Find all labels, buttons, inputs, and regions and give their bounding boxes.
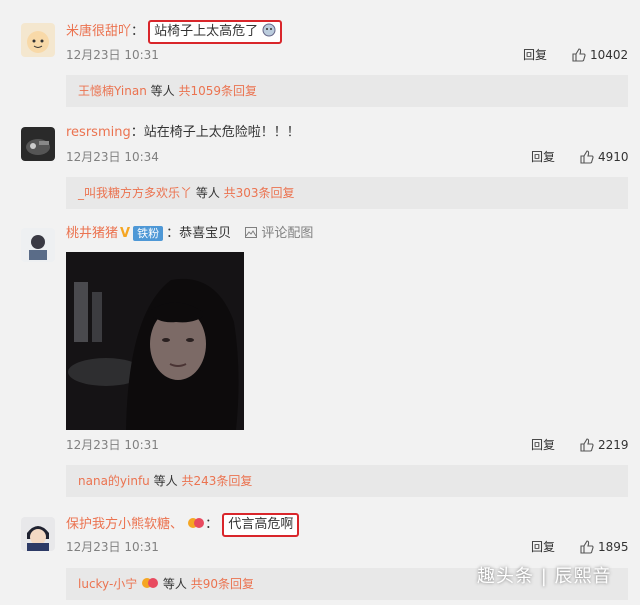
comment-4: 保护我方小熊软糖、 ： 代言高危啊 12月23日 10:31 回复 1895 l… [0,500,640,605]
sub-reply-mid: 等人 [159,577,191,591]
timestamp: 12月23日 10:31 [66,48,159,62]
comment-photo[interactable] [66,252,244,430]
comment-text: 站在椅子上太危险啦！！！ [143,125,300,140]
like-button[interactable]: 4910 [580,149,629,165]
avatar[interactable] [21,127,55,161]
sub-reply-count[interactable]: 共243条回复 [181,474,252,488]
sub-reply-count[interactable]: 共303条回复 [224,186,295,200]
username[interactable]: resrsming [66,125,131,140]
comment-2: resrsming：站在椅子上太危险啦！！！ 12月23日 10:34 回复 4… [0,106,640,210]
sub-reply-mid: 等人 [192,186,224,200]
username[interactable]: 桃井猪猪 [66,226,118,241]
comment-image-link[interactable]: 评论配图 [245,226,313,241]
avatar[interactable] [21,23,55,57]
like-count: 10402 [590,48,629,62]
like-button[interactable]: 10402 [572,47,628,63]
comment-1: 米唐很甜吖： 站椅子上太高危了 12月23日 10:31 回复 10402 王憶… [0,0,640,107]
sub-replies-bar[interactable]: 王憶楠Yinan 等人 共1059条回复 [66,75,628,107]
sub-reply-user[interactable]: nana的yinfu [78,474,150,488]
separator: ： [205,517,219,532]
timestamp: 12月23日 10:31 [66,540,159,554]
sub-reply-user[interactable]: _叫我糖方方多欢乐丫 [78,186,192,200]
sub-replies-bar[interactable]: nana的yinfu 等人 共243条回复 [66,465,628,497]
separator: ： [131,24,145,39]
separator: ： [166,226,180,241]
like-count: 1895 [598,540,629,554]
reply-button[interactable]: 回复 [531,149,555,165]
reply-button[interactable]: 回复 [523,47,547,63]
thumbs-up-icon [572,48,586,62]
separator: ： [130,125,144,140]
timestamp: 12月23日 10:34 [66,150,159,164]
sub-reply-user[interactable]: lucky-小宁 [78,577,137,591]
highlighted-comment-text: 站椅子上太高危了 [148,20,283,44]
sub-reply-mid: 等人 [146,84,179,98]
like-count: 2219 [598,438,629,452]
like-button[interactable]: 1895 [580,539,629,555]
comment-text: 恭喜宝贝 [179,226,232,241]
avatar[interactable] [21,517,55,551]
avatar[interactable] [21,228,55,262]
timestamp: 12月23日 10:31 [66,438,159,452]
thumbs-up-icon [580,438,594,452]
like-count: 4910 [598,150,629,164]
member-badge-icon [188,518,205,528]
watermark: 趣头条 | 辰熙音 [477,566,612,587]
thumbs-up-icon [580,150,594,164]
username[interactable]: 米唐很甜吖 [66,24,131,39]
reply-button[interactable]: 回复 [531,437,555,453]
sub-reply-mid: 等人 [149,474,182,488]
username[interactable]: 保护我方小熊软糖、 [66,517,183,532]
like-button[interactable]: 2219 [580,437,629,453]
sticker-icon [262,23,276,37]
thumbs-up-icon [580,540,594,554]
sub-reply-count[interactable]: 共1059条回复 [178,84,257,98]
sub-replies-bar[interactable]: _叫我糖方方多欢乐丫 等人 共303条回复 [66,177,628,209]
sub-reply-count[interactable]: 共90条回复 [191,577,254,591]
verified-icon: V [120,226,131,241]
highlighted-comment-text: 代言高危啊 [222,513,300,537]
image-icon [245,227,258,238]
reply-button[interactable]: 回复 [531,539,555,555]
member-badge-icon [142,578,159,588]
comment-3: 桃井猪猪 V 铁粉 ：恭喜宝贝 评论配图 12月23日 10:31 回复 2219 n… [0,210,640,500]
fan-badge: 铁粉 [133,226,164,241]
sub-reply-user[interactable]: 王憶楠Yinan [78,84,147,98]
